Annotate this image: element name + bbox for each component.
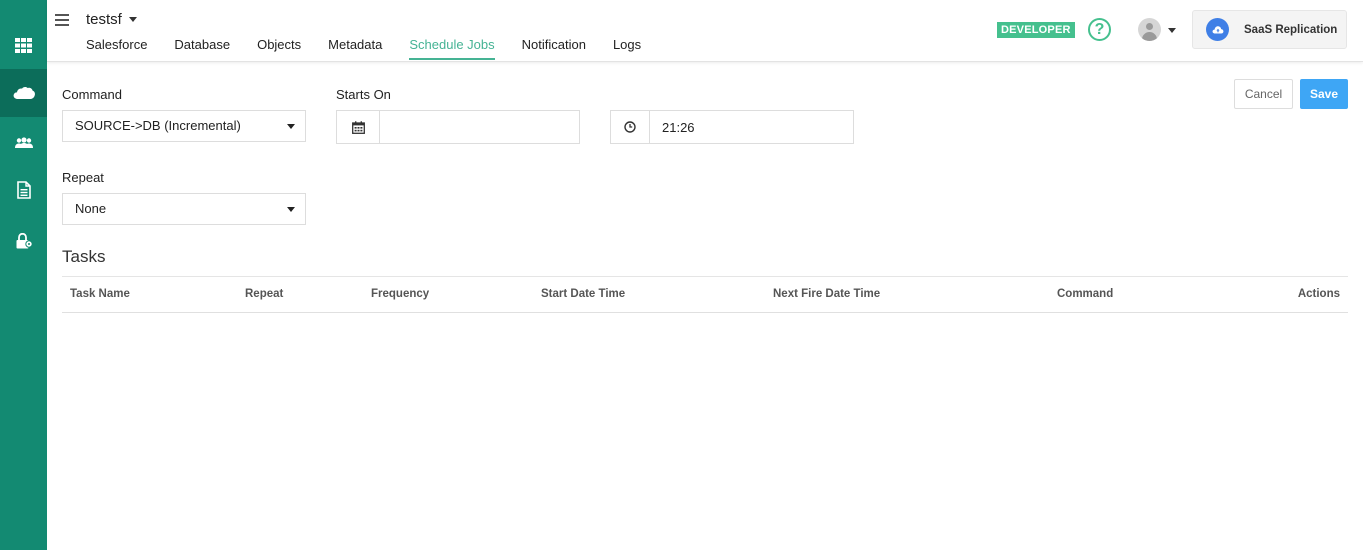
column-header-next-fire-date-time[interactable]: Next Fire Date Time bbox=[773, 288, 880, 300]
sidebar bbox=[0, 0, 47, 550]
tasks-heading: Tasks bbox=[62, 247, 106, 266]
starts-on-label: Starts On bbox=[336, 87, 391, 102]
start-time-input[interactable] bbox=[650, 110, 854, 144]
sidebar-item-users[interactable] bbox=[0, 119, 47, 167]
column-header-frequency[interactable]: Frequency bbox=[371, 288, 429, 300]
column-header-command[interactable]: Command bbox=[1057, 288, 1113, 300]
grid-icon bbox=[15, 37, 32, 53]
calendar-button[interactable] bbox=[336, 110, 380, 144]
environment-badge: DEVELOPER bbox=[997, 22, 1075, 38]
repeat-value: None bbox=[75, 201, 107, 216]
command-label: Command bbox=[62, 87, 122, 102]
command-value: SOURCE->DB (Incremental) bbox=[75, 118, 241, 133]
command-select[interactable]: SOURCE->DB (Incremental) bbox=[62, 110, 306, 142]
start-date-input[interactable] bbox=[380, 110, 580, 144]
project-name: testsf bbox=[86, 11, 122, 28]
app-switcher[interactable]: SaaS Replication bbox=[1192, 10, 1347, 49]
tab-metadata[interactable]: Metadata bbox=[328, 37, 382, 60]
sidebar-item-salesforce[interactable] bbox=[0, 69, 47, 117]
tab-salesforce[interactable]: Salesforce bbox=[86, 37, 147, 60]
chevron-down-icon bbox=[287, 124, 295, 129]
help-icon[interactable]: ? bbox=[1088, 18, 1111, 41]
app-name: SaaS Replication bbox=[1244, 23, 1338, 36]
chevron-down-icon bbox=[128, 17, 137, 22]
repeat-select[interactable]: None bbox=[62, 193, 306, 225]
project-selector[interactable]: testsf bbox=[86, 11, 137, 28]
top-header: testsf Salesforce Database Objects Metad… bbox=[47, 0, 1363, 62]
tab-schedule-jobs[interactable]: Schedule Jobs bbox=[409, 37, 495, 60]
tasks-table: Task Name Repeat Frequency Start Date Ti… bbox=[62, 276, 1348, 313]
column-header-start-date-time[interactable]: Start Date Time bbox=[541, 288, 625, 300]
avatar[interactable] bbox=[1138, 18, 1161, 41]
column-header-actions[interactable]: Actions bbox=[1298, 288, 1340, 300]
save-button[interactable]: Save bbox=[1300, 79, 1348, 109]
salesforce-cloud-icon bbox=[13, 87, 35, 99]
menu-icon[interactable] bbox=[55, 14, 69, 26]
lock-icon bbox=[16, 233, 33, 249]
cloud-upload-icon bbox=[1206, 18, 1229, 41]
users-icon bbox=[14, 137, 33, 148]
tab-notification[interactable]: Notification bbox=[522, 37, 586, 60]
sidebar-item-apps[interactable] bbox=[0, 21, 47, 69]
repeat-label: Repeat bbox=[62, 170, 104, 185]
sidebar-item-documents[interactable] bbox=[0, 166, 47, 214]
clock-button[interactable] bbox=[610, 110, 650, 144]
tab-objects[interactable]: Objects bbox=[257, 37, 301, 60]
chevron-down-icon[interactable] bbox=[1168, 28, 1176, 33]
document-icon bbox=[16, 181, 31, 199]
chevron-down-icon bbox=[287, 207, 295, 212]
tab-database[interactable]: Database bbox=[174, 37, 230, 60]
main-nav: Salesforce Database Objects Metadata Sch… bbox=[86, 37, 668, 60]
clock-icon bbox=[624, 121, 636, 133]
sidebar-item-security[interactable] bbox=[0, 217, 47, 265]
tab-logs[interactable]: Logs bbox=[613, 37, 641, 60]
calendar-icon bbox=[351, 120, 365, 134]
column-header-repeat[interactable]: Repeat bbox=[245, 288, 283, 300]
column-header-task-name[interactable]: Task Name bbox=[70, 288, 130, 300]
cancel-button[interactable]: Cancel bbox=[1234, 79, 1293, 109]
